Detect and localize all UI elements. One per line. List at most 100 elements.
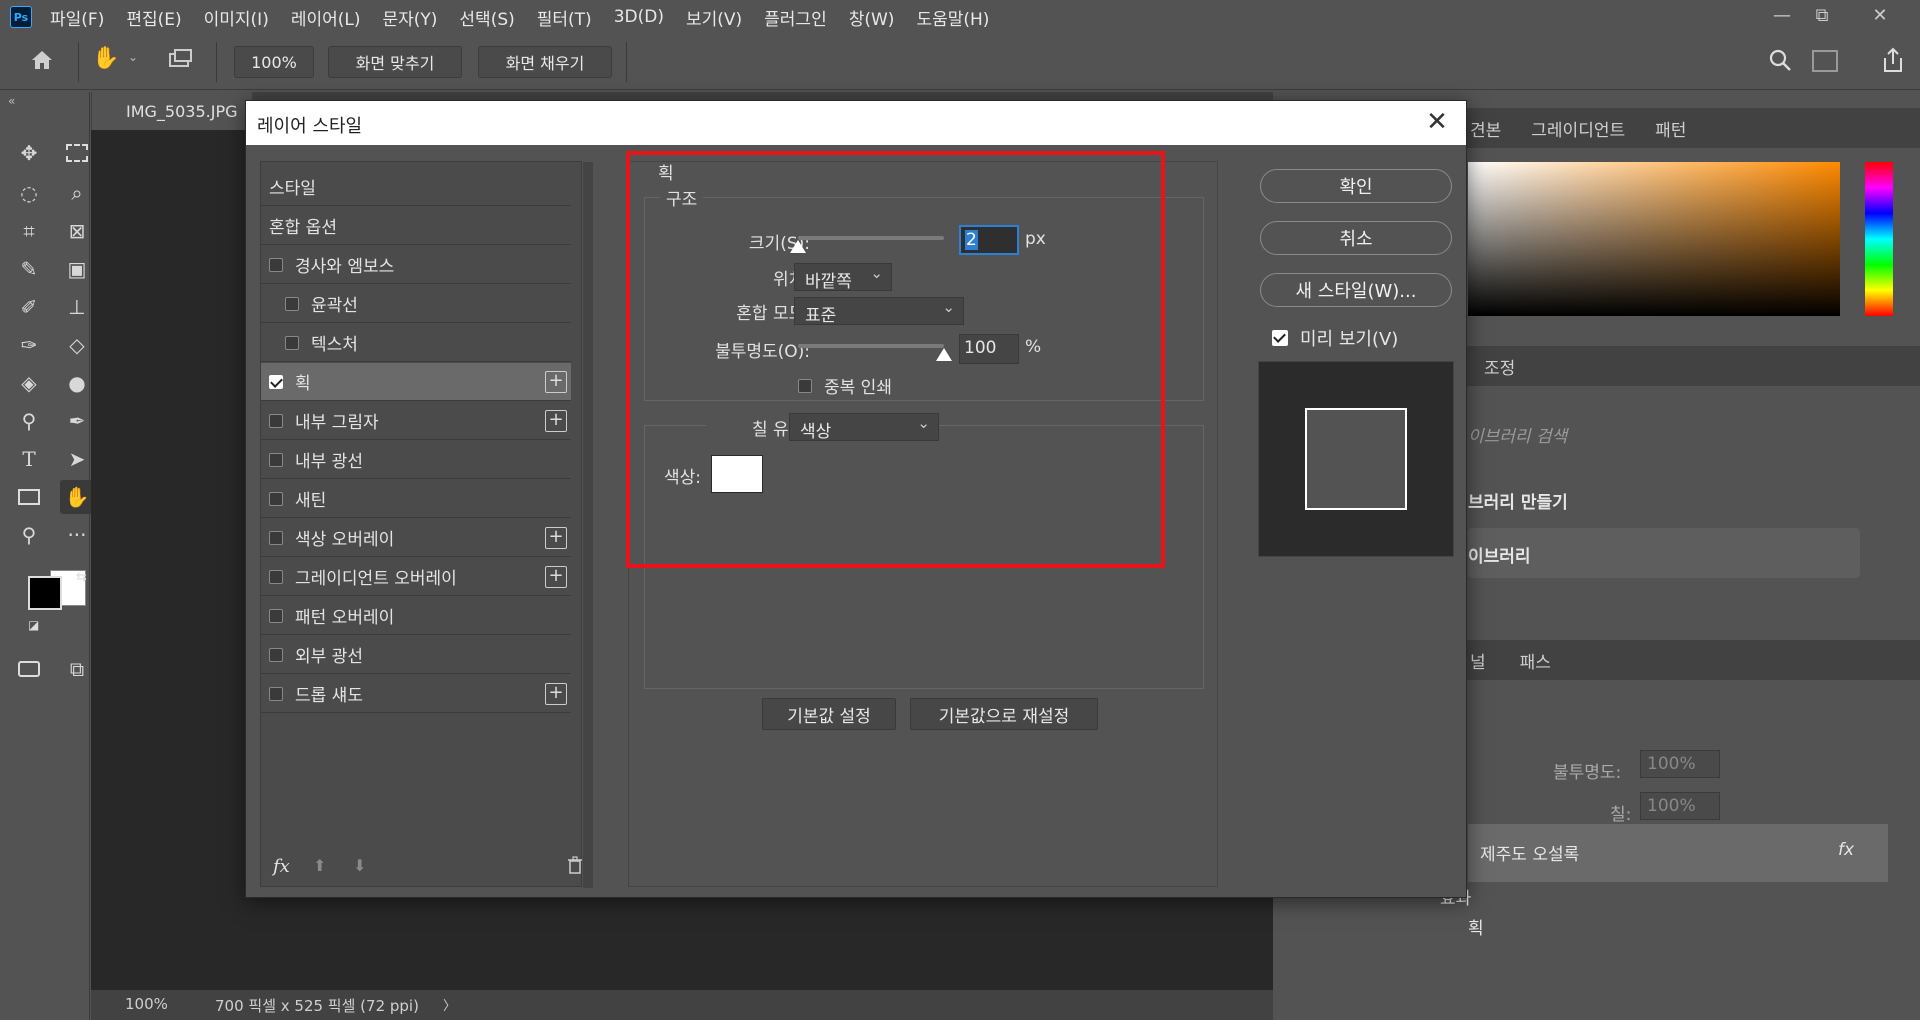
foreground-color-swatch[interactable] bbox=[28, 576, 62, 610]
blur-tool-icon[interactable]: ● bbox=[60, 366, 94, 400]
history-brush-tool-icon[interactable]: ✑ bbox=[12, 328, 46, 362]
tab-gradients[interactable]: 그레이디언트 bbox=[1531, 116, 1625, 141]
tab-swatches[interactable]: 견본 bbox=[1470, 116, 1501, 141]
menu-layer[interactable]: 레이어(L) bbox=[291, 5, 361, 30]
menu-help[interactable]: 도움말(H) bbox=[916, 5, 989, 30]
checkbox-checked[interactable] bbox=[269, 374, 283, 389]
brush-tool-icon[interactable]: ✐ bbox=[12, 290, 46, 324]
stamp-tool-icon[interactable]: ⊥ bbox=[60, 290, 94, 324]
library-item[interactable]: 이브러리 bbox=[1468, 528, 1860, 578]
search-icon[interactable] bbox=[1768, 48, 1794, 74]
style-list-item[interactable]: 혼합 옵션 bbox=[261, 207, 571, 245]
zoom-percent-field[interactable]: 100% bbox=[234, 46, 314, 78]
layer-fill-field[interactable]: 100% bbox=[1640, 792, 1720, 820]
chevron-down-icon[interactable]: ⌄ bbox=[128, 50, 138, 64]
new-style-button[interactable]: 새 스타일(W)... bbox=[1260, 273, 1452, 307]
more-tools-icon[interactable]: ··· bbox=[60, 518, 94, 552]
menu-edit[interactable]: 편집(E) bbox=[126, 5, 181, 30]
create-library-label[interactable]: 브러리 만들기 bbox=[1468, 488, 1568, 513]
menu-view[interactable]: 보기(V) bbox=[686, 5, 742, 30]
style-list-item[interactable]: 텍스처 bbox=[261, 324, 571, 362]
add-icon[interactable]: + bbox=[545, 526, 567, 549]
style-list-scrollbar[interactable] bbox=[583, 162, 593, 888]
ok-button[interactable]: 확인 bbox=[1260, 169, 1452, 203]
menu-plugins[interactable]: 플러그인 bbox=[764, 5, 827, 30]
style-list-item[interactable]: 내부 광선 bbox=[261, 441, 571, 479]
restore-button[interactable]: ⧉ bbox=[1802, 0, 1842, 30]
checkbox[interactable] bbox=[269, 686, 283, 701]
preview-option[interactable]: 미리 보기(V) bbox=[1272, 325, 1398, 351]
checkbox[interactable] bbox=[285, 296, 299, 311]
crop-tool-icon[interactable]: ⌗ bbox=[12, 214, 46, 248]
rectangle-tool-icon[interactable] bbox=[12, 480, 46, 514]
fit-screen-button[interactable]: 화면 맞추기 bbox=[328, 46, 462, 78]
add-icon[interactable]: + bbox=[545, 409, 567, 432]
cancel-button[interactable]: 취소 bbox=[1260, 221, 1452, 255]
menu-window[interactable]: 창(W) bbox=[849, 5, 895, 30]
default-colors-icon[interactable]: ◪ bbox=[28, 618, 39, 632]
type-tool-icon[interactable]: T bbox=[12, 442, 46, 476]
pen-tool-icon[interactable]: ✒ bbox=[60, 404, 94, 438]
checkbox[interactable] bbox=[269, 647, 283, 662]
style-list-item[interactable]: 새틴 bbox=[261, 480, 571, 518]
set-default-button[interactable]: 기본값 설정 bbox=[762, 698, 896, 730]
close-icon[interactable]: ✕ bbox=[1422, 107, 1452, 137]
tab-paths[interactable]: 패스 bbox=[1520, 648, 1551, 673]
minimize-button[interactable]: — bbox=[1762, 0, 1802, 30]
document-tab[interactable]: IMG_5035.JPG bbox=[92, 92, 252, 130]
style-list-item[interactable]: 윤곽선 bbox=[261, 285, 571, 323]
rotate-view-icon[interactable] bbox=[166, 46, 196, 74]
tab-patterns[interactable]: 패턴 bbox=[1655, 116, 1686, 141]
move-up-icon[interactable]: ⬆ bbox=[313, 856, 326, 875]
layer-row-selected[interactable]: 제주도 오설록 fx bbox=[1468, 824, 1888, 882]
share-icon[interactable] bbox=[1880, 46, 1906, 74]
style-list-item[interactable]: 그레이디언트 오버레이 + bbox=[261, 558, 571, 596]
style-list-item[interactable]: 스타일 bbox=[261, 168, 571, 206]
menu-image[interactable]: 이미지(I) bbox=[204, 5, 269, 30]
style-list-item[interactable]: 내부 그림자 + bbox=[261, 402, 571, 440]
menu-select[interactable]: 선택(S) bbox=[459, 5, 514, 30]
add-icon[interactable]: + bbox=[545, 370, 567, 393]
home-icon[interactable] bbox=[26, 44, 58, 76]
library-search-input[interactable]: 이브러리 검색 bbox=[1468, 422, 1567, 447]
layer-fx-badge[interactable]: fx bbox=[1838, 840, 1854, 860]
zoom-tool-icon[interactable]: ⚲ bbox=[12, 518, 46, 552]
menu-type[interactable]: 문자(Y) bbox=[382, 5, 437, 30]
checkbox[interactable] bbox=[269, 491, 283, 506]
reset-default-button[interactable]: 기본값으로 재설정 bbox=[910, 698, 1098, 730]
close-button[interactable]: ✕ bbox=[1860, 0, 1900, 30]
preview-checkbox[interactable] bbox=[1272, 330, 1288, 346]
lasso-tool-icon[interactable]: ◌ bbox=[12, 176, 46, 210]
quick-mask-icon[interactable] bbox=[12, 652, 46, 686]
status-menu-arrow-icon[interactable]: 〉 bbox=[443, 995, 456, 1014]
eyedropper-tool-icon[interactable]: ✎ bbox=[12, 252, 46, 286]
tab-adjustments[interactable]: 조정 bbox=[1484, 354, 1515, 379]
hand-tool-icon[interactable]: ✋ bbox=[60, 480, 94, 514]
style-list-item[interactable]: 드롭 섀도 + bbox=[261, 675, 571, 713]
style-list-item-selected[interactable]: 획 + bbox=[261, 363, 571, 401]
eraser-tool-icon[interactable]: ◇ bbox=[60, 328, 94, 362]
hand-tool-icon[interactable]: ✋ bbox=[92, 46, 120, 74]
status-zoom[interactable]: 100% bbox=[125, 995, 168, 1013]
menu-file[interactable]: 파일(F) bbox=[50, 5, 104, 30]
move-tool-icon[interactable]: ✥ bbox=[12, 136, 46, 170]
checkbox[interactable] bbox=[269, 257, 283, 272]
trash-icon[interactable] bbox=[567, 856, 583, 874]
workspace-icon[interactable] bbox=[1812, 50, 1838, 72]
add-icon[interactable]: + bbox=[545, 565, 567, 588]
tab-channels[interactable]: 널 bbox=[1470, 648, 1486, 673]
quick-select-tool-icon[interactable]: ⌕ bbox=[60, 176, 94, 210]
checkbox[interactable] bbox=[269, 569, 283, 584]
frame-tool-icon[interactable]: ⊠ bbox=[60, 214, 94, 248]
style-list-item[interactable]: 패턴 오버레이 bbox=[261, 597, 571, 635]
fill-screen-button[interactable]: 화면 채우기 bbox=[478, 46, 612, 78]
style-list-item[interactable]: 색상 오버레이 + bbox=[261, 519, 571, 557]
screen-mode-icon[interactable]: ⧉ bbox=[60, 652, 94, 686]
checkbox[interactable] bbox=[269, 413, 283, 428]
collapse-icon[interactable]: « bbox=[8, 94, 15, 108]
checkbox[interactable] bbox=[269, 452, 283, 467]
layer-opacity-field[interactable]: 100% bbox=[1640, 750, 1720, 778]
hue-slider[interactable] bbox=[1865, 162, 1893, 316]
menu-filter[interactable]: 필터(T) bbox=[537, 5, 592, 30]
paint-bucket-tool-icon[interactable]: ◈ bbox=[12, 366, 46, 400]
